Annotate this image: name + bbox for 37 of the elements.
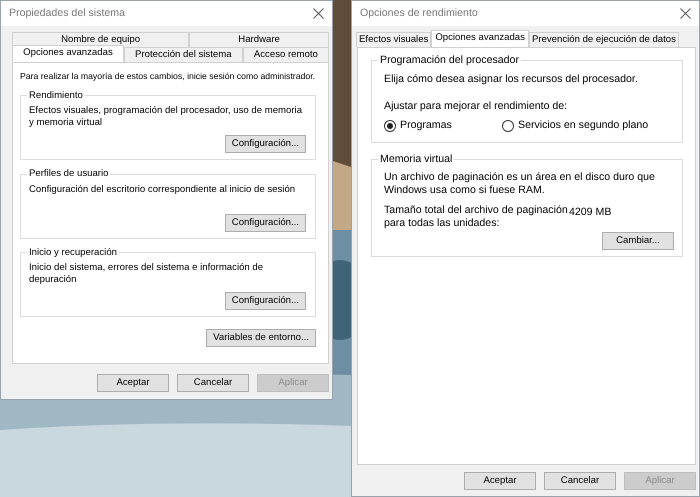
group-text: Inicio del sistema, errores del sistema e información de depuración	[29, 262, 264, 288]
button[interactable]: Cancelar	[544, 472, 616, 490]
tab[interactable]: Opciones avanzadas	[12, 44, 124, 62]
configuration-button[interactable]: Configuración...	[224, 292, 306, 310]
tab[interactable]: Efectos visuales	[356, 32, 432, 47]
group-text: Elija cómo desea asignar los recursos del procesador.	[384, 72, 639, 86]
tab[interactable]: Protección del sistema	[124, 46, 243, 62]
tab[interactable]: Opciones avanzadas	[431, 30, 529, 47]
prompt-text: Ajustar para mejorar el rendimiento de:	[384, 100, 568, 114]
notice-text: Para realizar la mayoría de estos cambios, inicie sesión como administrador.	[20, 70, 316, 82]
tab[interactable]: Acceso remoto	[242, 46, 330, 62]
tab[interactable]: Prevención de ejecución de datos	[528, 32, 679, 47]
configuration-button[interactable]: Configuración...	[224, 135, 306, 154]
group-text: Un archivo de paginación es un área en el disco duro que Windows usa como si fuese RAM.	[384, 171, 656, 198]
button[interactable]: Aceptar	[464, 472, 536, 490]
size-label: Tamaño total del archivo de paginación para todas las unidades:	[384, 204, 569, 230]
radio-option[interactable]: Servicios en segundo plano	[502, 119, 648, 132]
window-title: Opciones de rendimiento	[360, 6, 478, 20]
window-title: Propiedades del sistema	[9, 6, 126, 20]
tab[interactable]: Nombre de equipo	[12, 32, 190, 47]
button[interactable]: Cancelar	[177, 374, 249, 392]
configuration-button[interactable]: Configuración...	[224, 214, 306, 232]
button[interactable]: Aceptar	[97, 374, 169, 392]
environment-variables-button[interactable]: Variables de entorno...	[206, 329, 316, 347]
radio-option[interactable]: Programas	[384, 119, 502, 132]
group-title: Rendimiento	[28, 90, 84, 102]
group-title: Memoria virtual	[379, 153, 454, 166]
close-icon[interactable]	[680, 8, 691, 19]
close-icon[interactable]	[313, 8, 324, 19]
change-button[interactable]: Cambiar...	[602, 232, 674, 250]
group-title: Perfiles de usuario	[28, 168, 110, 180]
group-title: Inicio y recuperación	[28, 246, 118, 258]
group-text: Efectos visuales, programación del procesador, uso de memoria y memoria virtual	[29, 105, 304, 130]
size-value: 4209 MB	[569, 206, 612, 219]
group-title: Programación del procesador	[379, 54, 520, 67]
group-text: Configuración del escritorio correspondiente al inicio de sesión	[29, 184, 296, 197]
tab[interactable]: Hardware	[189, 32, 329, 47]
